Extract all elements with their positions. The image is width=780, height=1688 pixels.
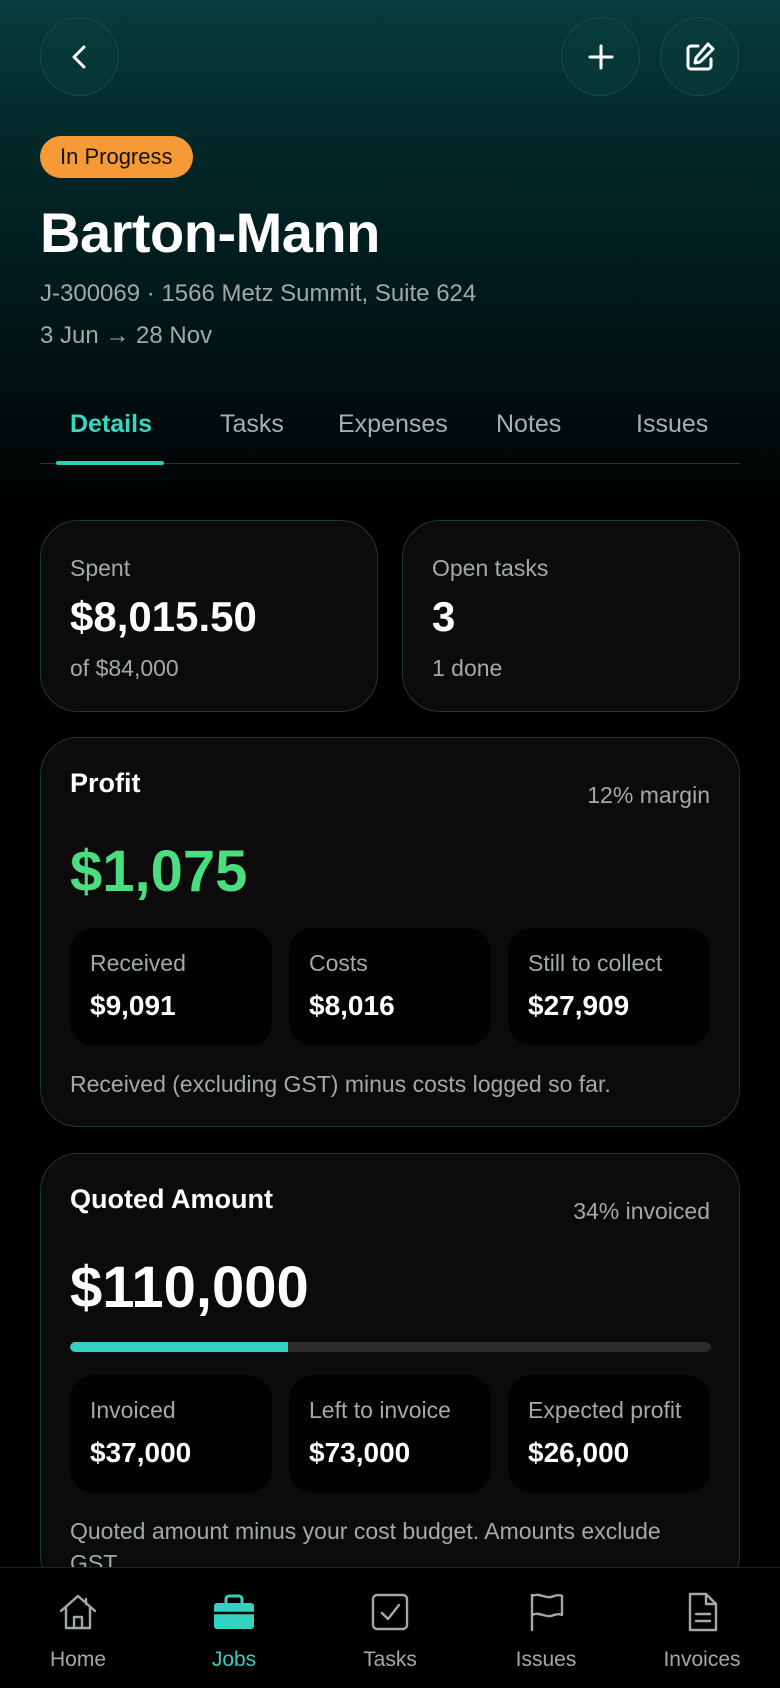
spent-budget: of $84,000: [70, 655, 179, 681]
plus-icon: [588, 44, 613, 69]
active-tab-indicator: [56, 461, 164, 465]
profit-title: Profit: [70, 768, 141, 798]
received-value: $9,091: [90, 990, 176, 1021]
page-title: Barton-Mann: [40, 201, 380, 264]
costs-box: Costs $8,016: [289, 928, 491, 1046]
invoiced-value: $37,000: [90, 1437, 192, 1468]
left-to-invoice-box: Left to invoice $73,000: [289, 1375, 491, 1493]
nav-invoices-label: Invoices: [663, 1648, 741, 1671]
received-box: Received $9,091: [70, 928, 272, 1046]
still-to-collect-box: Still to collect $27,909: [508, 928, 710, 1046]
left-to-invoice-label: Left to invoice: [309, 1397, 451, 1423]
home-icon: [59, 1594, 97, 1630]
nav-tasks[interactable]: Tasks: [312, 1568, 468, 1688]
nav-tasks-label: Tasks: [363, 1648, 417, 1671]
briefcase-icon: [212, 1594, 256, 1629]
invoiced-box: Invoiced $37,000: [70, 1375, 272, 1493]
profit-card: Profit 12% margin $1,075 Received $9,091…: [40, 737, 740, 1127]
profit-margin: 12% margin: [587, 782, 710, 808]
nav-invoices[interactable]: Invoices: [624, 1568, 780, 1688]
invoiced-percent: 34% invoiced: [573, 1198, 710, 1224]
expected-profit-value: $26,000: [528, 1437, 630, 1468]
tab-tasks[interactable]: Tasks: [220, 410, 284, 439]
status-badge: In Progress: [40, 136, 193, 178]
nav-issues[interactable]: Issues: [468, 1568, 624, 1688]
quoted-amount: $110,000: [70, 1255, 309, 1320]
tab-expenses[interactable]: Expenses: [338, 410, 448, 439]
document-icon: [688, 1592, 718, 1632]
costs-label: Costs: [309, 950, 368, 976]
expected-profit-label: Expected profit: [528, 1397, 682, 1423]
tab-notes[interactable]: Notes: [496, 410, 561, 439]
checkbox-icon: [371, 1593, 409, 1631]
still-to-collect-value: $27,909: [528, 990, 630, 1021]
invoiced-label: Invoiced: [90, 1397, 176, 1423]
bottom-nav: Home Jobs Tasks Issues Invoices: [0, 1567, 780, 1688]
edit-button[interactable]: [660, 17, 739, 96]
job-dates: 3 Jun → 28 Nov: [40, 322, 213, 349]
back-button[interactable]: [40, 17, 119, 96]
nav-jobs-label: Jobs: [211, 1648, 257, 1671]
nav-jobs[interactable]: Jobs: [156, 1568, 312, 1688]
tab-bar: Details Tasks Expenses Notes Issues: [40, 400, 740, 465]
still-to-collect-label: Still to collect: [528, 950, 663, 976]
spent-card[interactable]: Spent $8,015.50 of $84,000: [40, 520, 378, 712]
quoted-title: Quoted Amount: [70, 1184, 273, 1214]
flag-icon: [530, 1593, 564, 1632]
spent-value: $8,015.50: [70, 593, 257, 640]
add-button[interactable]: [561, 17, 640, 96]
open-tasks-value: 3: [432, 593, 456, 640]
left-to-invoice-value: $73,000: [309, 1437, 411, 1468]
profit-note: Received (excluding GST) minus costs log…: [70, 1071, 611, 1097]
invoiced-progress-fill: [70, 1342, 288, 1352]
edit-icon: [686, 42, 714, 70]
quoted-amount-card: Quoted Amount 34% invoiced $110,000 Invo…: [40, 1153, 740, 1593]
job-address: J-300069 · 1566 Metz Summit, Suite 624: [40, 280, 477, 307]
received-label: Received: [90, 950, 186, 976]
spent-label: Spent: [70, 555, 131, 581]
nav-home-label: Home: [49, 1648, 107, 1671]
open-tasks-card[interactable]: Open tasks 3 1 done: [402, 520, 740, 712]
expected-profit-box: Expected profit $26,000: [508, 1375, 710, 1493]
chevron-left-icon: [72, 45, 85, 68]
costs-value: $8,016: [309, 990, 395, 1021]
tab-details[interactable]: Details: [70, 410, 152, 439]
tasks-done: 1 done: [432, 655, 503, 681]
nav-home[interactable]: Home: [0, 1568, 156, 1688]
tab-issues[interactable]: Issues: [636, 410, 708, 439]
invoiced-progress-bar: [70, 1342, 711, 1352]
nav-issues-label: Issues: [515, 1648, 577, 1671]
open-tasks-label: Open tasks: [432, 555, 549, 581]
profit-amount: $1,075: [70, 839, 248, 904]
